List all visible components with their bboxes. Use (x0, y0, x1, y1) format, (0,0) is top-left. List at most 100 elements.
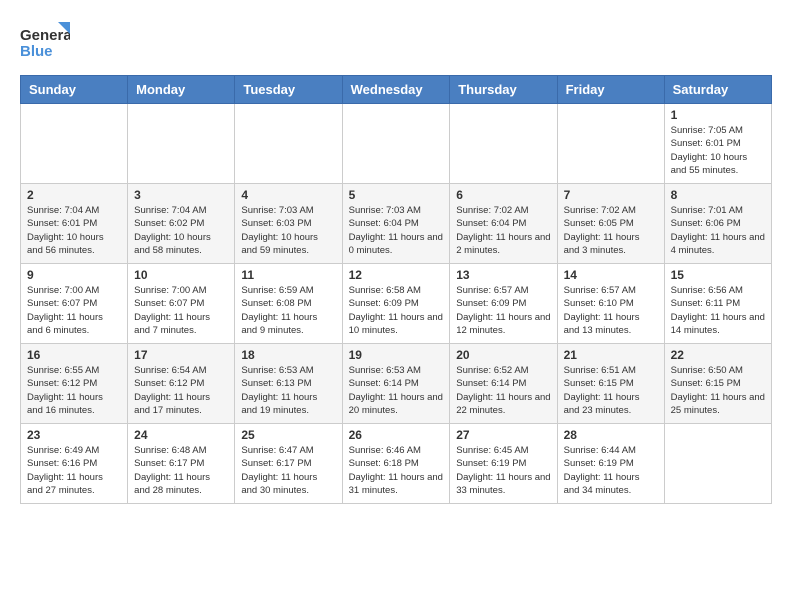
day-info: Sunrise: 6:49 AM Sunset: 6:16 PM Dayligh… (27, 444, 121, 497)
day-number: 2 (27, 188, 121, 202)
calendar-cell: 24 Sunrise: 6:48 AM Sunset: 6:17 PM Dayli… (128, 424, 235, 504)
day-number: 28 (564, 428, 658, 442)
day-number: 19 (349, 348, 444, 362)
calendar-week-4: 16 Sunrise: 6:55 AM Sunset: 6:12 PM Dayli… (21, 344, 772, 424)
calendar-cell: 25 Sunrise: 6:47 AM Sunset: 6:17 PM Dayli… (235, 424, 342, 504)
calendar-cell (557, 104, 664, 184)
day-number: 13 (456, 268, 550, 282)
calendar-cell: 12Sunrise: 6:58 AM Sunset: 6:09 PM Dayli… (342, 264, 450, 344)
calendar-header-row: SundayMondayTuesdayWednesdayThursdayFrid… (21, 76, 772, 104)
day-number: 17 (134, 348, 228, 362)
calendar-cell: 7 Sunrise: 7:02 AM Sunset: 6:05 PM Daylig… (557, 184, 664, 264)
calendar-week-1: 1 Sunrise: 7:05 AM Sunset: 6:01 PM Daylig… (21, 104, 772, 184)
day-info: Sunrise: 6:46 AM Sunset: 6:18 PM Dayligh… (349, 444, 444, 497)
day-info: Sunrise: 6:47 AM Sunset: 6:17 PM Dayligh… (241, 444, 335, 497)
calendar-cell (235, 104, 342, 184)
day-number: 8 (671, 188, 765, 202)
calendar-header-tuesday: Tuesday (235, 76, 342, 104)
day-number: 12 (349, 268, 444, 282)
calendar-cell: 2 Sunrise: 7:04 AM Sunset: 6:01 PM Daylig… (21, 184, 128, 264)
calendar-cell: 11 Sunrise: 6:59 AM Sunset: 6:08 PM Dayli… (235, 264, 342, 344)
calendar-cell: 5 Sunrise: 7:03 AM Sunset: 6:04 PM Daylig… (342, 184, 450, 264)
calendar-cell (21, 104, 128, 184)
page-header: General Blue (20, 20, 772, 65)
day-info: Sunrise: 6:54 AM Sunset: 6:12 PM Dayligh… (134, 364, 228, 417)
calendar-cell: 4 Sunrise: 7:03 AM Sunset: 6:03 PM Daylig… (235, 184, 342, 264)
day-info: Sunrise: 7:01 AM Sunset: 6:06 PM Dayligh… (671, 204, 765, 257)
calendar-cell (342, 104, 450, 184)
calendar-header-saturday: Saturday (664, 76, 771, 104)
calendar-week-3: 9 Sunrise: 7:00 AM Sunset: 6:07 PM Daylig… (21, 264, 772, 344)
day-info: Sunrise: 7:04 AM Sunset: 6:01 PM Dayligh… (27, 204, 121, 257)
calendar-cell: 3Sunrise: 7:04 AM Sunset: 6:02 PM Daylig… (128, 184, 235, 264)
day-number: 16 (27, 348, 121, 362)
day-number: 18 (241, 348, 335, 362)
day-info: Sunrise: 7:05 AM Sunset: 6:01 PM Dayligh… (671, 124, 765, 177)
calendar-cell: 9Sunrise: 7:00 AM Sunset: 6:07 PM Daylig… (21, 264, 128, 344)
calendar-header-wednesday: Wednesday (342, 76, 450, 104)
day-info: Sunrise: 7:02 AM Sunset: 6:05 PM Dayligh… (564, 204, 658, 257)
day-number: 11 (241, 268, 335, 282)
day-number: 5 (349, 188, 444, 202)
calendar-cell (664, 424, 771, 504)
calendar-cell: 16 Sunrise: 6:55 AM Sunset: 6:12 PM Dayli… (21, 344, 128, 424)
calendar-cell (450, 104, 557, 184)
day-number: 10 (134, 268, 228, 282)
calendar-cell: 18 Sunrise: 6:53 AM Sunset: 6:13 PM Dayli… (235, 344, 342, 424)
day-number: 24 (134, 428, 228, 442)
calendar-header-monday: Monday (128, 76, 235, 104)
calendar-cell: 21Sunrise: 6:51 AM Sunset: 6:15 PM Dayli… (557, 344, 664, 424)
day-number: 20 (456, 348, 550, 362)
day-info: Sunrise: 6:57 AM Sunset: 6:09 PM Dayligh… (456, 284, 550, 337)
day-info: Sunrise: 7:03 AM Sunset: 6:04 PM Dayligh… (349, 204, 444, 257)
day-info: Sunrise: 6:50 AM Sunset: 6:15 PM Dayligh… (671, 364, 765, 417)
day-number: 9 (27, 268, 121, 282)
day-info: Sunrise: 6:45 AM Sunset: 6:19 PM Dayligh… (456, 444, 550, 497)
day-info: Sunrise: 6:55 AM Sunset: 6:12 PM Dayligh… (27, 364, 121, 417)
day-number: 4 (241, 188, 335, 202)
calendar-week-2: 2 Sunrise: 7:04 AM Sunset: 6:01 PM Daylig… (21, 184, 772, 264)
calendar-header-friday: Friday (557, 76, 664, 104)
day-info: Sunrise: 6:53 AM Sunset: 6:14 PM Dayligh… (349, 364, 444, 417)
svg-text:Blue: Blue (20, 43, 53, 60)
day-info: Sunrise: 7:02 AM Sunset: 6:04 PM Dayligh… (456, 204, 550, 257)
day-info: Sunrise: 7:04 AM Sunset: 6:02 PM Dayligh… (134, 204, 228, 257)
calendar-cell: 22 Sunrise: 6:50 AM Sunset: 6:15 PM Dayli… (664, 344, 771, 424)
calendar-cell: 17 Sunrise: 6:54 AM Sunset: 6:12 PM Dayli… (128, 344, 235, 424)
calendar-header-sunday: Sunday (21, 76, 128, 104)
calendar-cell: 26 Sunrise: 6:46 AM Sunset: 6:18 PM Dayli… (342, 424, 450, 504)
calendar-cell: 10 Sunrise: 7:00 AM Sunset: 6:07 PM Dayli… (128, 264, 235, 344)
calendar-cell: 13 Sunrise: 6:57 AM Sunset: 6:09 PM Dayli… (450, 264, 557, 344)
day-info: Sunrise: 6:59 AM Sunset: 6:08 PM Dayligh… (241, 284, 335, 337)
day-info: Sunrise: 7:03 AM Sunset: 6:03 PM Dayligh… (241, 204, 335, 257)
day-info: Sunrise: 6:57 AM Sunset: 6:10 PM Dayligh… (564, 284, 658, 337)
calendar-week-5: 23 Sunrise: 6:49 AM Sunset: 6:16 PM Dayli… (21, 424, 772, 504)
day-number: 7 (564, 188, 658, 202)
calendar-cell: 1 Sunrise: 7:05 AM Sunset: 6:01 PM Daylig… (664, 104, 771, 184)
calendar-header-thursday: Thursday (450, 76, 557, 104)
day-info: Sunrise: 6:56 AM Sunset: 6:11 PM Dayligh… (671, 284, 765, 337)
day-info: Sunrise: 7:00 AM Sunset: 6:07 PM Dayligh… (134, 284, 228, 337)
day-info: Sunrise: 6:53 AM Sunset: 6:13 PM Dayligh… (241, 364, 335, 417)
logo: General Blue (20, 20, 70, 65)
day-number: 26 (349, 428, 444, 442)
day-info: Sunrise: 6:52 AM Sunset: 6:14 PM Dayligh… (456, 364, 550, 417)
calendar-cell: 15 Sunrise: 6:56 AM Sunset: 6:11 PM Dayli… (664, 264, 771, 344)
day-number: 25 (241, 428, 335, 442)
calendar-cell (128, 104, 235, 184)
day-info: Sunrise: 6:48 AM Sunset: 6:17 PM Dayligh… (134, 444, 228, 497)
day-number: 6 (456, 188, 550, 202)
svg-text:General: General (20, 27, 70, 44)
day-number: 23 (27, 428, 121, 442)
day-number: 1 (671, 108, 765, 122)
day-info: Sunrise: 6:44 AM Sunset: 6:19 PM Dayligh… (564, 444, 658, 497)
day-number: 22 (671, 348, 765, 362)
day-number: 27 (456, 428, 550, 442)
day-number: 15 (671, 268, 765, 282)
calendar-cell: 6 Sunrise: 7:02 AM Sunset: 6:04 PM Daylig… (450, 184, 557, 264)
calendar-cell: 28 Sunrise: 6:44 AM Sunset: 6:19 PM Dayli… (557, 424, 664, 504)
day-number: 21 (564, 348, 658, 362)
day-number: 14 (564, 268, 658, 282)
calendar-table: SundayMondayTuesdayWednesdayThursdayFrid… (20, 75, 772, 504)
calendar-cell: 20 Sunrise: 6:52 AM Sunset: 6:14 PM Dayli… (450, 344, 557, 424)
